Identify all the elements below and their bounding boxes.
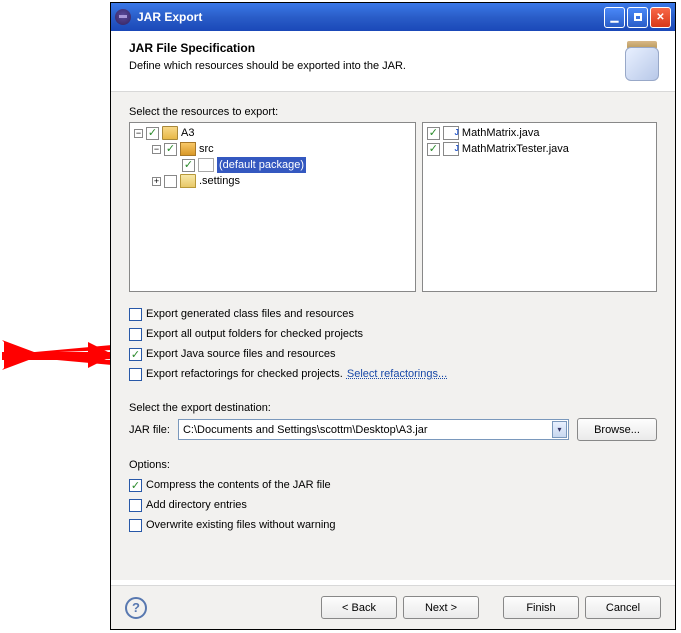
dialog-window: JAR Export ▁ ✕ JAR File Specification De… [110, 2, 676, 630]
page-subtitle: Define which resources should be exporte… [129, 60, 621, 72]
maximize-button[interactable] [627, 7, 648, 28]
files-pane[interactable]: ✓ MathMatrix.java ✓ MathMatrixTester.jav… [422, 122, 657, 292]
tree-row-src[interactable]: − ✓ src [132, 141, 413, 157]
select-refactorings-link[interactable]: Select refactorings... [347, 368, 447, 380]
tree-label: src [199, 141, 214, 157]
checkbox[interactable]: ✓ [164, 143, 177, 156]
tree-row-project[interactable]: − ✓ A3 [132, 125, 413, 141]
browse-button[interactable]: Browse... [577, 418, 657, 441]
jar-icon [621, 41, 663, 83]
window-title: JAR Export [137, 10, 202, 24]
expander-minus-icon[interactable]: − [152, 145, 161, 154]
tree-label-selected: (default package) [217, 157, 306, 173]
checkbox[interactable] [129, 519, 142, 532]
option-export-refactorings[interactable]: Export refactorings for checked projects… [129, 364, 657, 384]
option-label: Export all output folders for checked pr… [146, 328, 363, 340]
option-label: Add directory entries [146, 499, 247, 511]
jar-file-value: C:\Documents and Settings\scottm\Desktop… [183, 424, 548, 436]
default-package-icon [198, 158, 214, 172]
option-label: Export refactorings for checked projects… [146, 368, 343, 380]
close-button[interactable]: ✕ [650, 7, 671, 28]
expander-plus-icon[interactable]: + [152, 177, 161, 186]
cancel-button[interactable]: Cancel [585, 596, 661, 619]
file-name: MathMatrix.java [462, 125, 540, 141]
checkbox[interactable]: ✓ [182, 159, 195, 172]
checkbox[interactable]: ✓ [427, 127, 440, 140]
project-icon [162, 126, 178, 140]
checkbox[interactable]: ✓ [146, 127, 159, 140]
folder-icon [180, 174, 196, 188]
checkbox[interactable] [164, 175, 177, 188]
tree-row-default-package[interactable]: ✓ (default package) [132, 157, 413, 173]
checkbox[interactable] [129, 328, 142, 341]
file-row[interactable]: ✓ MathMatrixTester.java [425, 141, 654, 157]
finish-button[interactable]: Finish [503, 596, 579, 619]
titlebar: JAR Export ▁ ✕ [111, 3, 675, 31]
jar-file-label: JAR file: [129, 424, 170, 436]
checkbox[interactable]: ✓ [129, 348, 142, 361]
checkbox[interactable]: ✓ [129, 479, 142, 492]
option-export-output-folders[interactable]: Export all output folders for checked pr… [129, 324, 657, 344]
jar-file-combo[interactable]: C:\Documents and Settings\scottm\Desktop… [178, 419, 569, 440]
checkbox[interactable]: ✓ [427, 143, 440, 156]
tree-label: .settings [199, 173, 240, 189]
resource-tree-pane[interactable]: − ✓ A3 − ✓ src ✓ [129, 122, 416, 292]
annotation-arrow-left-shape [2, 340, 114, 370]
option-export-classfiles[interactable]: Export generated class files and resourc… [129, 304, 657, 324]
tree-label: A3 [181, 125, 194, 141]
resources-label: Select the resources to export: [129, 106, 657, 118]
checkbox[interactable] [129, 499, 142, 512]
option-label: Overwrite existing files without warning [146, 519, 336, 531]
checkbox[interactable] [129, 368, 142, 381]
minimize-button[interactable]: ▁ [604, 7, 625, 28]
java-file-icon [443, 126, 459, 140]
next-button[interactable]: Next > [403, 596, 479, 619]
chevron-down-icon[interactable]: ▾ [552, 421, 567, 438]
page-title: JAR File Specification [129, 41, 621, 55]
java-file-icon [443, 142, 459, 156]
tree-row-settings[interactable]: + .settings [132, 173, 413, 189]
option-compress[interactable]: ✓ Compress the contents of the JAR file [129, 475, 657, 495]
help-button[interactable]: ? [125, 597, 147, 619]
dialog-footer: ? < Back Next > Finish Cancel [111, 585, 675, 629]
option-label: Export Java source files and resources [146, 348, 336, 360]
dest-label: Select the export destination: [129, 402, 657, 414]
checkbox[interactable] [129, 308, 142, 321]
file-row[interactable]: ✓ MathMatrix.java [425, 125, 654, 141]
annotation-arrow-left [2, 340, 114, 370]
option-label: Export generated class files and resourc… [146, 308, 354, 320]
options-label: Options: [129, 459, 657, 471]
file-name: MathMatrixTester.java [462, 141, 569, 157]
option-overwrite[interactable]: Overwrite existing files without warning [129, 515, 657, 535]
back-button[interactable]: < Back [321, 596, 397, 619]
expander-minus-icon[interactable]: − [134, 129, 143, 138]
option-label: Compress the contents of the JAR file [146, 479, 331, 491]
dialog-content: Select the resources to export: − ✓ A3 −… [111, 92, 675, 580]
option-add-directory[interactable]: Add directory entries [129, 495, 657, 515]
package-folder-icon [180, 142, 196, 156]
dialog-header: JAR File Specification Define which reso… [111, 31, 675, 92]
option-export-source[interactable]: ✓ Export Java source files and resources [129, 344, 657, 364]
eclipse-icon [115, 9, 131, 25]
